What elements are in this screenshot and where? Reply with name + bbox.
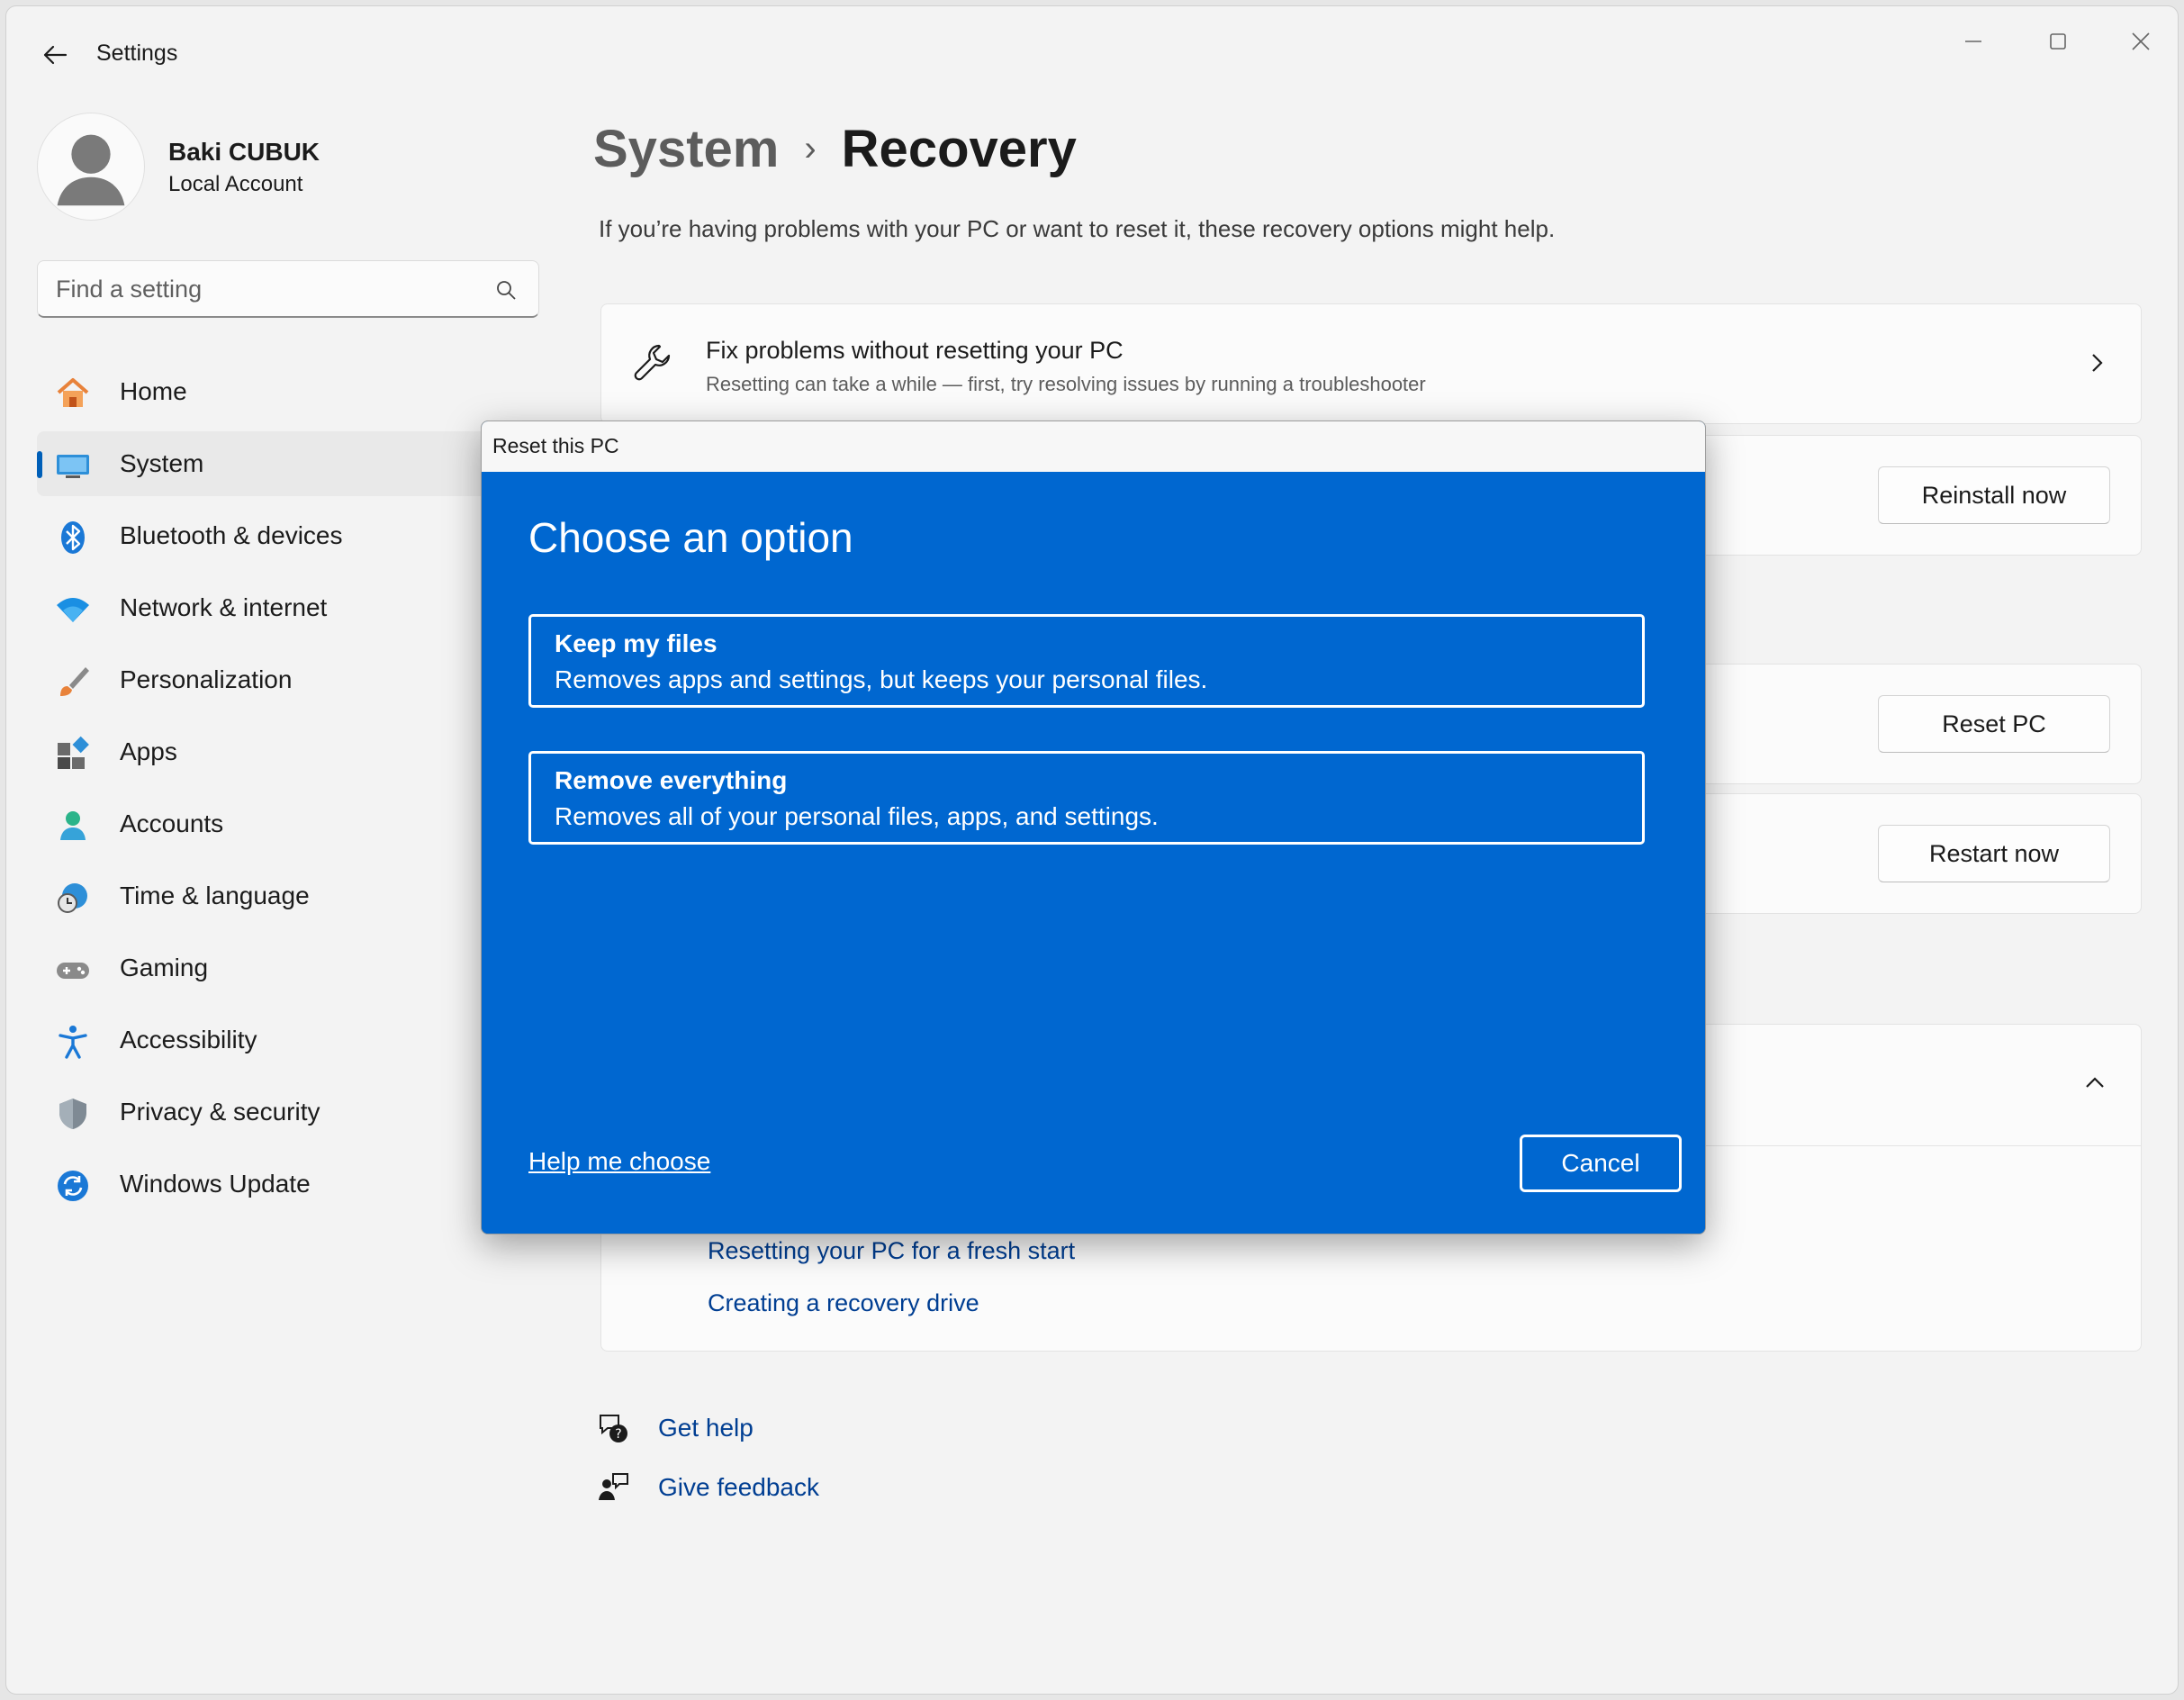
apps-icon xyxy=(55,736,91,772)
maximize-icon xyxy=(2050,33,2066,50)
sidebar-item-gaming[interactable]: Gaming xyxy=(37,936,541,1000)
reinstall-now-button[interactable]: Reinstall now xyxy=(1878,466,2110,524)
wrench-icon xyxy=(634,344,671,381)
sidebar-item-label: Accounts xyxy=(120,809,224,837)
system-icon xyxy=(55,448,91,484)
sidebar-item-label: Apps xyxy=(120,737,177,765)
remove-everything-option[interactable]: Remove everything Removes all of your pe… xyxy=(528,751,1645,845)
gaming-icon xyxy=(55,952,91,988)
cancel-button[interactable]: Cancel xyxy=(1520,1135,1682,1192)
sidebar-item-label: Privacy & security xyxy=(120,1098,320,1126)
reset-pc-button[interactable]: Reset PC xyxy=(1878,695,2110,753)
search-input[interactable] xyxy=(56,272,479,306)
reset-pc-dialog: Reset this PC Choose an option Keep my f… xyxy=(481,420,1706,1234)
update-icon xyxy=(55,1168,91,1204)
close-button[interactable] xyxy=(2109,19,2172,64)
sidebar-item-home[interactable]: Home xyxy=(37,359,541,424)
sidebar-item-label: Gaming xyxy=(120,954,209,981)
sidebar-item-bluetooth[interactable]: Bluetooth & devices xyxy=(37,503,541,568)
app-title: Settings xyxy=(96,41,178,66)
search-box[interactable] xyxy=(37,260,539,318)
page-description: If you’re having problems with your PC o… xyxy=(599,215,1556,242)
minimize-button[interactable] xyxy=(1942,19,2005,64)
back-arrow-icon xyxy=(43,45,68,65)
give-feedback-label: Give feedback xyxy=(658,1473,819,1501)
close-icon xyxy=(2132,32,2150,50)
accessibility-icon xyxy=(55,1024,91,1060)
fix-card-title: Fix problems without resetting your PC xyxy=(706,337,1124,364)
brush-icon xyxy=(55,664,91,700)
page-title: Recovery xyxy=(841,119,1077,178)
accounts-icon xyxy=(55,808,91,844)
bluetooth-icon xyxy=(55,520,91,556)
option-title: Keep my files xyxy=(555,629,717,657)
dialog-body: Choose an option Keep my files Removes a… xyxy=(482,472,1705,1234)
restart-now-button[interactable]: Restart now xyxy=(1878,825,2110,882)
sidebar-item-label: Personalization xyxy=(120,665,293,693)
dialog-title-bar: Reset this PC xyxy=(482,421,1705,472)
sidebar-item-apps[interactable]: Apps xyxy=(37,719,541,784)
breadcrumb-parent[interactable]: System xyxy=(593,119,779,179)
sidebar-item-label: Bluetooth & devices xyxy=(120,521,343,549)
sidebar-item-label: Time & language xyxy=(120,882,310,909)
user-profile[interactable]: Baki CUBUK Local Account xyxy=(37,107,541,224)
option-title: Remove everything xyxy=(555,766,788,794)
svg-text:?: ? xyxy=(615,1427,621,1442)
keep-my-files-option[interactable]: Keep my files Removes apps and settings,… xyxy=(528,614,1645,708)
sidebar-item-label: Windows Update xyxy=(120,1170,311,1198)
sidebar-item-personalization[interactable]: Personalization xyxy=(37,647,541,712)
sidebar-item-label: Home xyxy=(120,377,187,405)
option-description: Removes apps and settings, but keeps you… xyxy=(555,665,1208,693)
sidebar-item-network[interactable]: Network & internet xyxy=(37,575,541,640)
sidebar-item-label: Accessibility xyxy=(120,1026,257,1053)
title-bar: Settings xyxy=(6,6,2178,93)
give-feedback-link[interactable]: Give feedback xyxy=(595,1465,819,1510)
get-help-link[interactable]: ? Get help xyxy=(595,1406,754,1451)
sidebar-item-windows-update[interactable]: Windows Update xyxy=(37,1152,541,1216)
avatar xyxy=(37,113,145,221)
account-type: Local Account xyxy=(168,172,303,196)
fix-card-subtitle: Resetting can take a while — first, try … xyxy=(706,373,1426,395)
chevron-up-icon[interactable] xyxy=(2081,1070,2108,1097)
sidebar-item-label: Network & internet xyxy=(120,593,328,621)
minimize-icon xyxy=(1965,41,1981,42)
chevron-right-icon: › xyxy=(804,128,817,168)
search-icon[interactable] xyxy=(493,277,519,303)
back-button[interactable] xyxy=(33,33,77,77)
sidebar-item-system[interactable]: System xyxy=(37,431,541,496)
dialog-title: Reset this PC xyxy=(492,434,619,457)
help-chat-icon: ? xyxy=(595,1410,631,1446)
help-me-choose-link[interactable]: Help me choose xyxy=(528,1147,710,1176)
user-avatar-icon xyxy=(57,134,125,206)
chevron-right-icon xyxy=(2092,354,2103,372)
sidebar-item-privacy[interactable]: Privacy & security xyxy=(37,1080,541,1144)
option-description: Removes all of your personal files, apps… xyxy=(555,802,1159,830)
fix-problems-card[interactable]: Fix problems without resetting your PC R… xyxy=(600,303,2142,424)
sidebar-item-time-language[interactable]: Time & language xyxy=(37,864,541,928)
related-link[interactable]: Resetting your PC for a fresh start xyxy=(708,1237,1075,1265)
sidebar-item-accessibility[interactable]: Accessibility xyxy=(37,1008,541,1072)
maximize-button[interactable] xyxy=(2026,19,2089,64)
wifi-icon xyxy=(55,592,91,628)
time-language-icon xyxy=(55,880,91,916)
home-icon xyxy=(55,375,91,411)
sidebar-nav: Home System Bluetooth & devices Network … xyxy=(37,359,541,1224)
shield-icon xyxy=(55,1096,91,1132)
dialog-heading: Choose an option xyxy=(528,514,853,561)
breadcrumb: System › Recovery xyxy=(593,113,1077,185)
related-link[interactable]: Creating a recovery drive xyxy=(708,1289,979,1317)
feedback-icon xyxy=(595,1469,631,1506)
user-name: Baki CUBUK xyxy=(168,138,320,166)
get-help-label: Get help xyxy=(658,1414,754,1442)
sidebar-item-label: System xyxy=(120,449,204,477)
sidebar-item-accounts[interactable]: Accounts xyxy=(37,791,541,856)
